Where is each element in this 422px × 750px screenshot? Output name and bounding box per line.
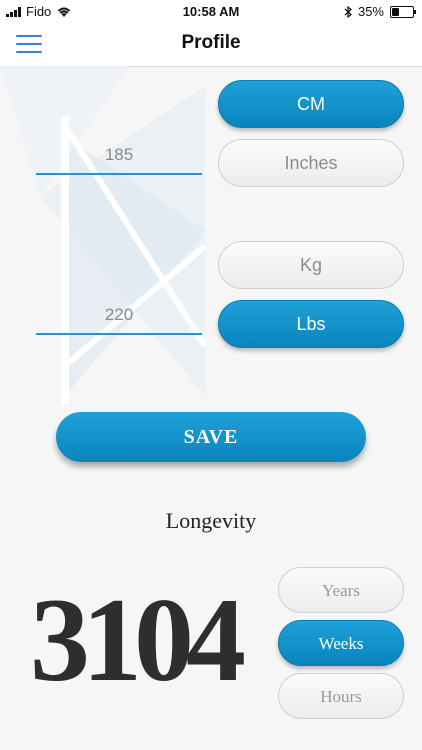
battery-percent: 35% — [357, 4, 384, 19]
period-weeks-button[interactable]: Weeks — [278, 620, 404, 666]
period-hours-button[interactable]: Hours — [278, 673, 404, 719]
longevity-value: 3104 — [30, 573, 246, 706]
nav-bar: Profile — [0, 22, 422, 67]
save-button[interactable]: SAVE — [56, 412, 366, 462]
unit-kg-button[interactable]: Kg — [218, 241, 404, 289]
longevity-label: Longevity — [165, 508, 257, 533]
weight-input[interactable]: 220 — [36, 297, 202, 335]
period-years-button[interactable]: Years — [278, 567, 404, 613]
bluetooth-icon — [344, 5, 352, 18]
battery-icon — [390, 5, 416, 18]
unit-cm-button[interactable]: CM — [218, 80, 404, 128]
unit-inches-button[interactable]: Inches — [218, 139, 404, 187]
unit-lbs-button[interactable]: Lbs — [218, 300, 404, 348]
status-bar: Fido 10:58 AM 35% — [0, 0, 422, 22]
page-title: Profile — [181, 32, 241, 53]
height-input[interactable]: 185 — [36, 137, 202, 175]
